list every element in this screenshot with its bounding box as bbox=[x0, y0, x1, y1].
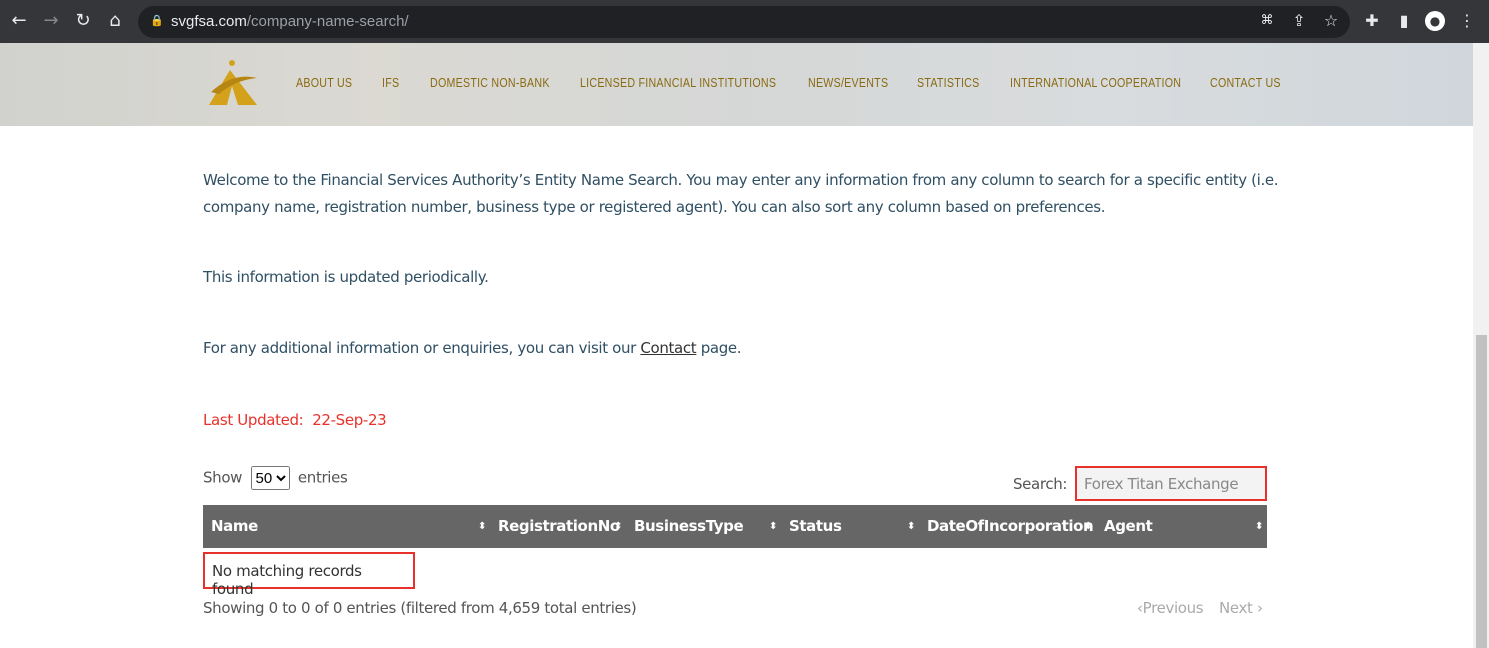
entries-label: entries bbox=[297, 468, 348, 487]
forward-icon[interactable]: → bbox=[40, 10, 62, 32]
sort-icon: ⬍ bbox=[478, 521, 486, 532]
nav-statistics[interactable]: STATISTICS bbox=[917, 75, 979, 90]
table-header: Name ⬍ RegistrationNo ⬍ BusinessType ⬍ Stat… bbox=[203, 505, 1267, 548]
intro-text: Welcome to the Financial Services Author… bbox=[203, 171, 1279, 216]
url-domain: svgfsa.com bbox=[171, 13, 247, 30]
sort-icon: ⬍ bbox=[769, 521, 777, 532]
contact-text: For any additional information or enquir… bbox=[203, 335, 1283, 362]
last-updated-value: 22-Sep-23 bbox=[312, 411, 387, 429]
nav-ifs[interactable]: IFS bbox=[382, 75, 399, 90]
search-input[interactable]: Forex Titan Exchange bbox=[1075, 466, 1267, 501]
contact-link[interactable]: Contact bbox=[640, 339, 696, 357]
extensions-icon[interactable]: ✚ bbox=[1361, 10, 1383, 32]
reload-icon[interactable]: ↻ bbox=[72, 10, 94, 32]
fsa-logo[interactable] bbox=[205, 58, 261, 108]
home-icon[interactable]: ⌂ bbox=[104, 10, 126, 32]
last-updated-label: Last Updated: bbox=[203, 411, 304, 429]
previous-button[interactable]: ‹Previous bbox=[1137, 599, 1204, 617]
previous-label: Previous bbox=[1142, 599, 1204, 617]
address-bar[interactable]: 🔒 svgfsa.com/company-name-search/ ⌘ ⇪ ☆ bbox=[138, 6, 1350, 38]
update-note: This information is updated periodically… bbox=[203, 268, 489, 286]
column-label: Name bbox=[211, 517, 258, 535]
profile-icon[interactable]: ● bbox=[1425, 11, 1445, 31]
next-label: Next bbox=[1219, 599, 1253, 617]
share-icon[interactable]: ⇪ bbox=[1288, 10, 1310, 32]
column-label: Status bbox=[789, 517, 842, 535]
table-info: Showing 0 to 0 of 0 entries (filtered fr… bbox=[203, 599, 637, 617]
nav-domestic-non-bank[interactable]: DOMESTIC NON-BANK bbox=[430, 75, 550, 90]
column-label: BusinessType bbox=[634, 517, 744, 535]
sort-icon: ⬍ bbox=[1084, 521, 1092, 532]
translate-icon[interactable]: ⌘ bbox=[1256, 10, 1278, 32]
column-agent[interactable]: Agent ⬍ bbox=[1096, 505, 1267, 548]
sort-icon: ⬍ bbox=[907, 521, 915, 532]
show-label: Show bbox=[203, 468, 243, 487]
sort-icon: ⬍ bbox=[1255, 521, 1263, 532]
nav-licensed-financial-institutions[interactable]: LICENSED FINANCIAL INSTITUTIONS bbox=[580, 75, 776, 90]
contact-post: page. bbox=[696, 339, 742, 357]
nav-about-us[interactable]: ABOUT US bbox=[296, 75, 352, 90]
side-panel-icon[interactable]: ▮ bbox=[1393, 10, 1415, 32]
back-icon[interactable]: ← bbox=[8, 10, 30, 32]
lock-icon: 🔒 bbox=[150, 14, 164, 27]
sort-icon: ⬍ bbox=[614, 521, 622, 532]
column-businesstype[interactable]: BusinessType ⬍ bbox=[626, 505, 781, 548]
url-path: /company-name-search/ bbox=[246, 13, 409, 30]
page-size-select[interactable]: 50 bbox=[250, 466, 290, 490]
column-dateofincorporation[interactable]: DateOfIncorporation ⬍ bbox=[919, 505, 1096, 548]
star-icon[interactable]: ☆ bbox=[1320, 10, 1342, 32]
next-button[interactable]: Next › bbox=[1219, 599, 1263, 617]
column-label: Agent bbox=[1104, 517, 1153, 535]
browser-toolbar: ← → ↻ ⌂ 🔒 svgfsa.com/company-name-search… bbox=[0, 0, 1489, 43]
column-name[interactable]: Name ⬍ bbox=[203, 505, 490, 548]
empty-message: No matching records found bbox=[203, 552, 415, 598]
scrollbar-thumb[interactable] bbox=[1476, 335, 1487, 648]
url-text[interactable]: svgfsa.com/company-name-search/ bbox=[171, 13, 409, 30]
nav-contact-us[interactable]: CONTACT US bbox=[1210, 75, 1281, 90]
contact-pre: For any additional information or enquir… bbox=[203, 339, 641, 357]
nav-news-events[interactable]: NEWS/EVENTS bbox=[808, 75, 888, 90]
column-label: RegistrationNo bbox=[498, 517, 620, 535]
nav-international-cooperation[interactable]: INTERNATIONAL COOPERATION bbox=[1010, 75, 1181, 90]
menu-icon[interactable]: ⋮ bbox=[1456, 10, 1478, 32]
last-updated: Last Updated: 22-Sep-23 bbox=[203, 407, 1283, 434]
column-registrationno[interactable]: RegistrationNo ⬍ bbox=[490, 505, 626, 548]
column-label: DateOfIncorporation bbox=[927, 517, 1094, 535]
page-size-control: Show 50 entries bbox=[203, 466, 348, 490]
column-status[interactable]: Status ⬍ bbox=[781, 505, 919, 548]
search-label: Search: bbox=[1013, 475, 1068, 493]
